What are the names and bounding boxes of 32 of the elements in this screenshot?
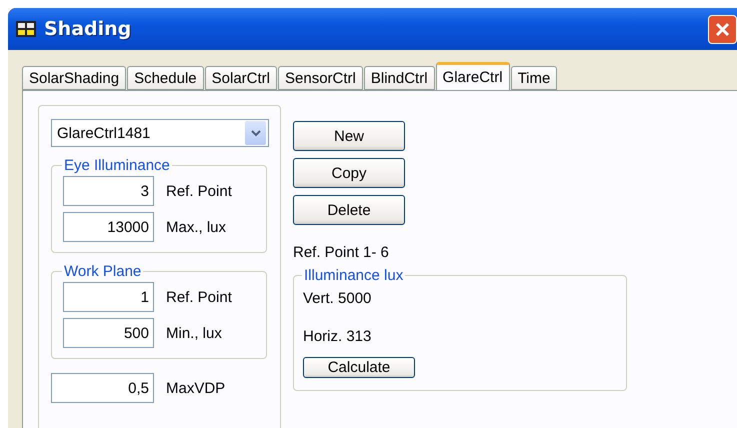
group-title: Illuminance lux: [303, 267, 404, 284]
tab[interactable]: GlareCtrl: [436, 62, 510, 90]
field-label: Max., lux: [166, 218, 226, 236]
group-title: Eye Illuminance: [63, 157, 171, 174]
calculate-button[interactable]: Calculate: [303, 357, 415, 378]
tab[interactable]: Time: [510, 66, 558, 90]
field-label: Min., lux: [166, 324, 222, 342]
app-grid-icon: [16, 21, 36, 37]
action-button[interactable]: Delete: [293, 195, 405, 225]
vertical-value: Vert. 5000: [303, 290, 372, 307]
close-icon: [714, 20, 731, 38]
tab[interactable]: SensorCtrl: [278, 66, 363, 90]
input-field[interactable]: 3: [63, 176, 154, 206]
input-field[interactable]: 1: [63, 282, 154, 312]
input-field[interactable]: 0,5: [51, 373, 154, 403]
range-label: Ref. Point 1- 6: [293, 244, 390, 261]
tab[interactable]: SolarShading: [22, 66, 126, 90]
action-button[interactable]: New: [293, 121, 405, 151]
horizontal-value: Horiz. 313: [303, 328, 372, 345]
field-label: Ref. Point: [166, 288, 232, 306]
tab[interactable]: Schedule: [127, 66, 204, 90]
action-button[interactable]: Copy: [293, 158, 405, 188]
close-button[interactable]: [708, 14, 737, 44]
tab[interactable]: BlindCtrl: [364, 66, 435, 90]
input-field[interactable]: 13000: [63, 212, 154, 242]
control-dropdown[interactable]: GlareCtrl1481: [51, 119, 269, 147]
tab[interactable]: SolarCtrl: [204, 66, 277, 90]
group-title: Work Plane: [63, 263, 142, 280]
window-title: Shading: [44, 18, 132, 40]
field-label: MaxVDP: [166, 380, 226, 396]
field-label: Ref. Point: [166, 182, 232, 200]
input-field[interactable]: 500: [63, 318, 154, 348]
